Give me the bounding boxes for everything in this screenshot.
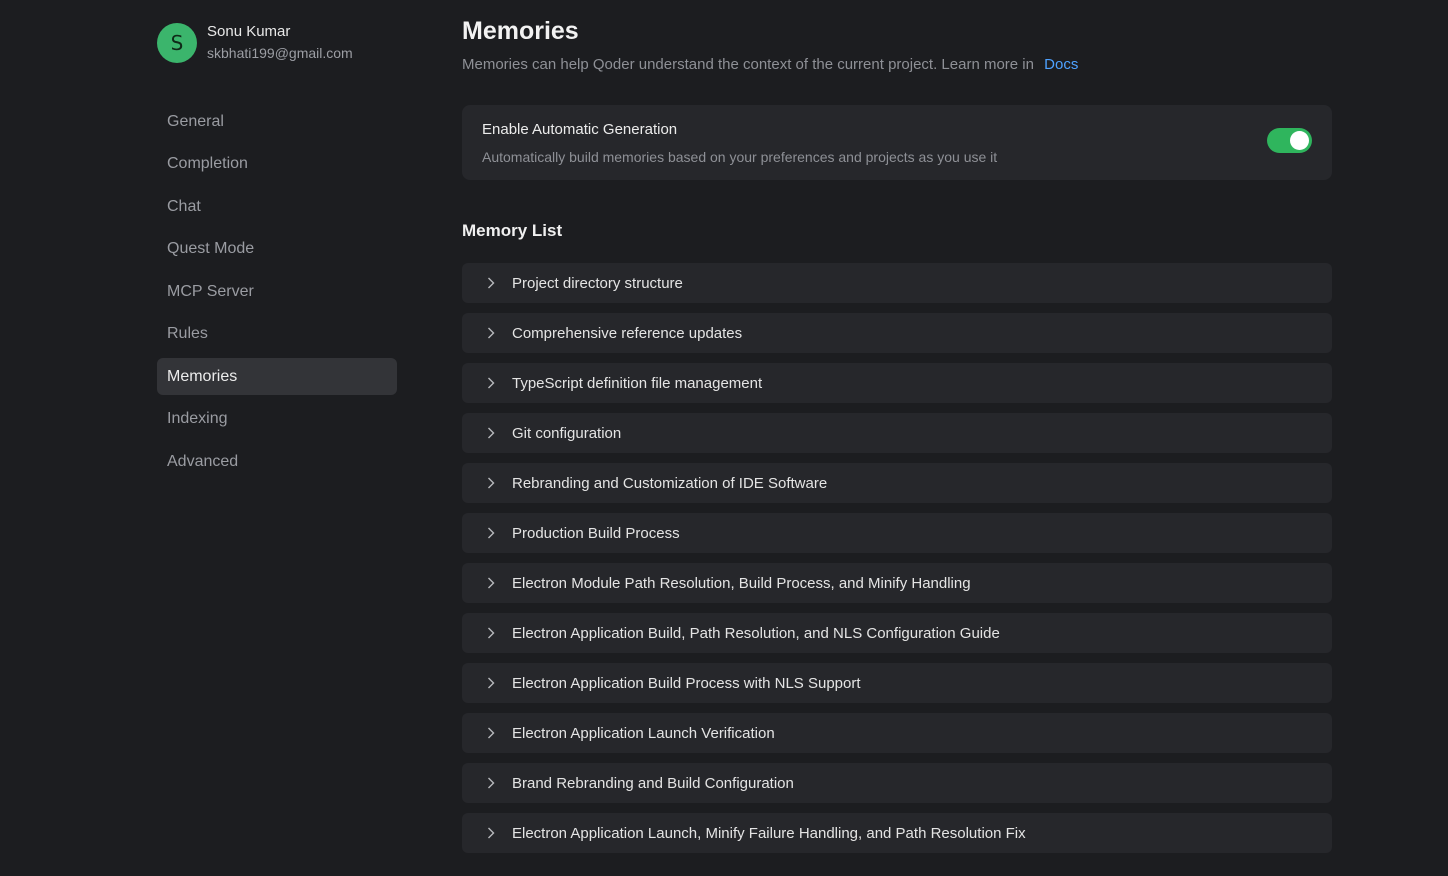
- user-profile: S Sonu Kumar skbhati199@gmail.com: [157, 22, 353, 63]
- memory-item-label: Electron Application Launch, Minify Fail…: [512, 824, 1026, 842]
- auto-generation-description: Automatically build memories based on yo…: [482, 149, 998, 165]
- memory-item-label: Production Build Process: [512, 524, 680, 542]
- sidebar-item-general[interactable]: General: [157, 103, 397, 140]
- memory-item-label: Electron Application Build Process with …: [512, 674, 861, 692]
- memory-item[interactable]: Brand Rebranding and Build Configuration: [462, 763, 1332, 803]
- docs-link[interactable]: Docs: [1044, 56, 1078, 73]
- memory-item[interactable]: Comprehensive reference updates: [462, 313, 1332, 353]
- settings-nav: General Completion Chat Quest Mode MCP S…: [157, 103, 397, 486]
- memory-item[interactable]: Electron Module Path Resolution, Build P…: [462, 563, 1332, 603]
- memory-item[interactable]: Electron Application Build, Path Resolut…: [462, 613, 1332, 653]
- memory-item-label: Electron Module Path Resolution, Build P…: [512, 574, 971, 592]
- settings-sidebar: S Sonu Kumar skbhati199@gmail.com Genera…: [0, 0, 420, 876]
- chevron-right-icon: [484, 626, 498, 640]
- memory-item[interactable]: Git configuration: [462, 413, 1332, 453]
- toggle-knob: [1290, 131, 1309, 150]
- chevron-right-icon: [484, 676, 498, 690]
- memory-item[interactable]: TypeScript definition file management: [462, 363, 1332, 403]
- memory-item[interactable]: Production Build Process: [462, 513, 1332, 553]
- sidebar-item-completion[interactable]: Completion: [157, 146, 397, 183]
- chevron-right-icon: [484, 376, 498, 390]
- sidebar-item-advanced[interactable]: Advanced: [157, 443, 397, 480]
- page-description-text: Memories can help Qoder understand the c…: [462, 56, 1034, 73]
- memory-item-label: Rebranding and Customization of IDE Soft…: [512, 474, 828, 492]
- sidebar-item-memories[interactable]: Memories: [157, 358, 397, 395]
- memory-item-label: Brand Rebranding and Build Configuration: [512, 774, 794, 792]
- memory-item[interactable]: Electron Application Build Process with …: [462, 663, 1332, 703]
- memory-item-label: Comprehensive reference updates: [512, 324, 743, 342]
- memory-item[interactable]: Rebranding and Customization of IDE Soft…: [462, 463, 1332, 503]
- memory-item[interactable]: Electron Application Launch, Minify Fail…: [462, 813, 1332, 853]
- memory-item-label: Electron Application Launch Verification: [512, 724, 775, 742]
- page-description: Memories can help Qoder understand the c…: [462, 56, 1078, 73]
- memory-list: Project directory structure Comprehensiv…: [462, 263, 1332, 863]
- chevron-right-icon: [484, 776, 498, 790]
- memory-item[interactable]: Electron Application Launch Verification: [462, 713, 1332, 753]
- chevron-right-icon: [484, 426, 498, 440]
- profile-name: Sonu Kumar: [207, 23, 291, 40]
- chevron-right-icon: [484, 276, 498, 290]
- memory-item-label: TypeScript definition file management: [512, 374, 763, 392]
- sidebar-item-rules[interactable]: Rules: [157, 316, 397, 353]
- profile-email: skbhati199@gmail.com: [207, 45, 353, 61]
- auto-generation-card: Enable Automatic Generation Automaticall…: [462, 105, 1332, 180]
- auto-generation-title: Enable Automatic Generation: [482, 121, 678, 138]
- memory-item-label: Project directory structure: [512, 274, 683, 292]
- chevron-right-icon: [484, 576, 498, 590]
- memory-item[interactable]: Project directory structure: [462, 263, 1332, 303]
- avatar[interactable]: S: [157, 22, 197, 63]
- page-title: Memories: [462, 17, 579, 45]
- chevron-right-icon: [484, 726, 498, 740]
- memory-item-label: Electron Application Build, Path Resolut…: [512, 624, 1000, 642]
- chevron-right-icon: [484, 826, 498, 840]
- profile-text: Sonu Kumar skbhati199@gmail.com: [207, 22, 353, 63]
- chevron-right-icon: [484, 476, 498, 490]
- chevron-right-icon: [484, 526, 498, 540]
- auto-generation-toggle[interactable]: [1267, 128, 1312, 153]
- sidebar-item-quest-mode[interactable]: Quest Mode: [157, 231, 397, 268]
- memory-list-title: Memory List: [462, 221, 563, 240]
- sidebar-item-mcp-server[interactable]: MCP Server: [157, 273, 397, 310]
- sidebar-item-indexing[interactable]: Indexing: [157, 401, 397, 438]
- sidebar-item-chat[interactable]: Chat: [157, 188, 397, 225]
- memory-item-label: Git configuration: [512, 424, 622, 442]
- chevron-right-icon: [484, 326, 498, 340]
